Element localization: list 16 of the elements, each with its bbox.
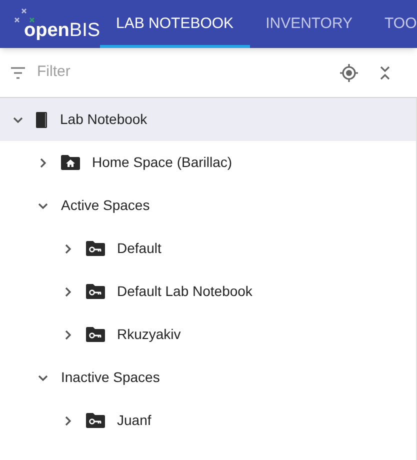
nav-tab[interactable]: INVENTORY — [250, 0, 369, 48]
filter-icon — [10, 66, 26, 78]
book-icon — [36, 112, 48, 128]
collapse-icon — [379, 64, 391, 80]
nav-tab[interactable]: TOO — [368, 0, 417, 48]
key-folder-icon — [86, 327, 105, 342]
nav-tab[interactable]: LAB NOTEBOOK — [100, 0, 250, 48]
filter-field[interactable]: Filter — [37, 61, 338, 84]
key-folder-icon — [86, 413, 105, 428]
home-folder-icon — [61, 155, 80, 170]
key-folder-icon — [86, 284, 105, 299]
logo-text: openBIS — [24, 21, 100, 40]
tree-item[interactable]: Lab Notebook — [0, 98, 416, 141]
locate-button[interactable] — [338, 62, 360, 84]
target-icon — [339, 62, 359, 82]
key-folder-icon — [86, 241, 105, 256]
